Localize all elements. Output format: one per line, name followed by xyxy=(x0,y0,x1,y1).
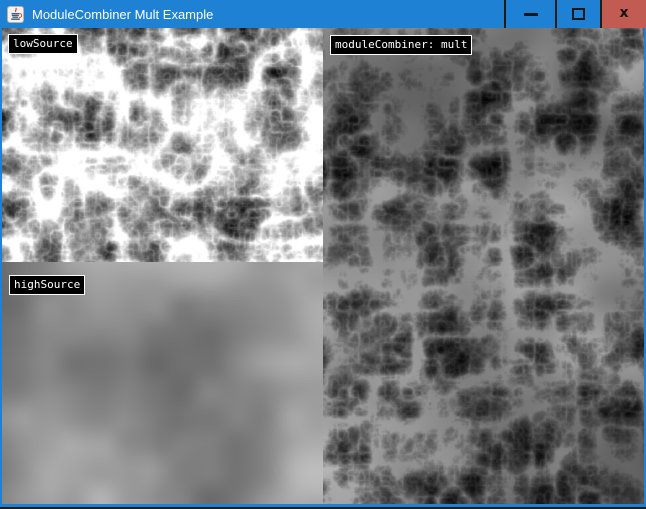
high-source-label: highSource xyxy=(9,275,85,295)
window-title: ModuleCombiner Mult Example xyxy=(32,7,213,22)
low-source-noise-image xyxy=(2,28,323,262)
java-coffee-cup-icon xyxy=(7,6,24,23)
module-combiner-label: moduleCombiner: mult xyxy=(330,35,472,55)
close-button[interactable]: x xyxy=(600,0,646,28)
window-controls: x xyxy=(504,0,646,28)
maximize-button[interactable] xyxy=(555,0,600,28)
close-icon: x xyxy=(619,6,628,20)
low-source-label: lowSource xyxy=(8,34,78,54)
app-window: ModuleCombiner Mult Example x lowSource … xyxy=(0,0,646,509)
module-combiner-mult-image xyxy=(323,28,644,504)
minimize-icon xyxy=(524,13,538,16)
content-area: lowSource highSource moduleCombiner: mul… xyxy=(2,28,644,504)
high-source-noise-image xyxy=(2,262,323,504)
titlebar[interactable]: ModuleCombiner Mult Example x xyxy=(0,0,646,28)
minimize-button[interactable] xyxy=(504,0,555,28)
maximize-icon xyxy=(572,8,585,20)
